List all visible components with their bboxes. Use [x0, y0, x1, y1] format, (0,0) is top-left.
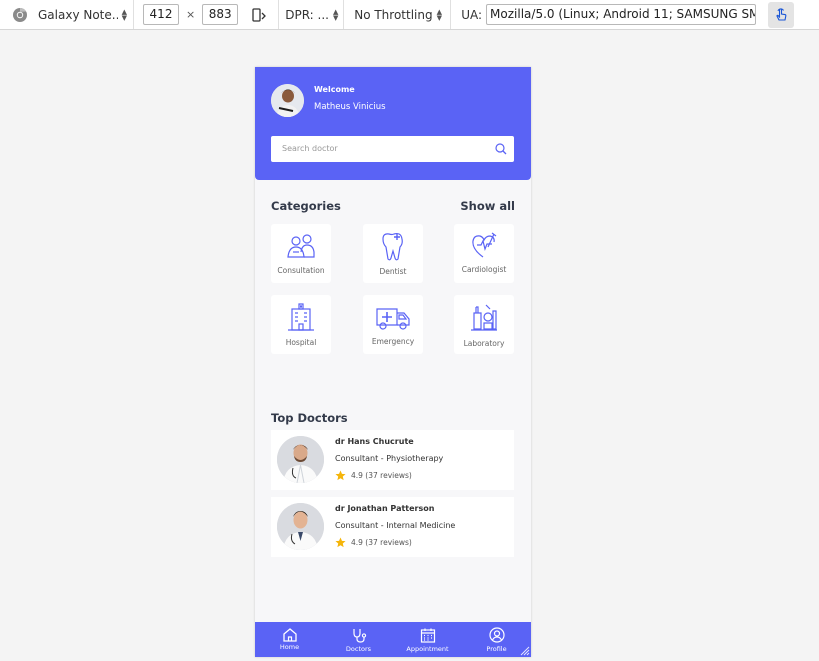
phone-viewport: Welcome Matheus Vinicius Search doctor C…	[255, 67, 531, 657]
calendar-icon	[420, 628, 435, 643]
ambulance-icon	[376, 308, 410, 330]
show-all-link[interactable]: Show all	[460, 199, 515, 213]
star-icon	[335, 470, 346, 481]
profile-icon	[488, 627, 505, 643]
device-label: Galaxy Note...	[38, 7, 118, 22]
hospital-icon	[288, 303, 314, 331]
dropdown-arrows-icon: ▲ ▼	[332, 7, 339, 22]
search-bar[interactable]: Search doctor	[271, 136, 514, 162]
star-icon	[335, 537, 346, 548]
rotate-button[interactable]	[248, 4, 270, 26]
tab-label: Doctors	[345, 645, 372, 653]
lab-icon	[471, 304, 497, 331]
doctor-card[interactable]: dr Hans Chucrute Consultant - Physiother…	[271, 430, 514, 490]
search-icon[interactable]	[495, 143, 507, 155]
doctor-portrait-image	[277, 503, 324, 550]
doctor-rating: 4.9 (37 reviews)	[335, 470, 412, 481]
dimension-separator: ×	[186, 8, 196, 21]
doctor-portrait-image	[277, 436, 324, 483]
chrome-icon	[13, 7, 27, 22]
doctor-specialty: Consultant - Internal Medicine	[335, 521, 456, 530]
category-label: Consultation	[277, 266, 325, 275]
avatar[interactable]	[271, 84, 304, 117]
top-doctors-title: Top Doctors	[271, 411, 348, 425]
category-dentist[interactable]: Dentist	[363, 224, 423, 283]
dropdown-arrows-icon: ▲ ▼	[121, 7, 127, 22]
resize-handle-icon[interactable]	[520, 646, 530, 656]
category-label: Laboratory	[463, 339, 505, 348]
rating-text: 4.9 (37 reviews)	[351, 471, 412, 480]
doctor-rating: 4.9 (37 reviews)	[335, 537, 412, 548]
heart-icon	[472, 232, 497, 258]
height-input[interactable]: 883	[202, 4, 239, 25]
throttle-select[interactable]: No Throttling ▲ ▼	[354, 8, 448, 22]
welcome-text: Welcome	[314, 85, 355, 94]
rotate-icon	[252, 7, 267, 22]
categories-title: Categories	[271, 199, 341, 213]
doctor-specialty: Consultant - Physiotherapy	[335, 454, 444, 463]
dpr-select[interactable]: DPR: ... ▲ ▼	[285, 8, 341, 22]
device-select[interactable]: Galaxy Note... ▲ ▼	[0, 0, 134, 29]
search-input[interactable]: Search doctor	[282, 136, 338, 162]
touch-toggle-button[interactable]	[768, 1, 795, 28]
tab-appointment[interactable]: Appointment	[393, 622, 462, 657]
stethoscope-icon	[352, 629, 366, 643]
user-avatar-image	[271, 84, 304, 117]
touch-icon	[776, 7, 787, 21]
category-hospital[interactable]: Hospital	[271, 295, 331, 354]
category-cardiologist[interactable]: Cardiologist	[454, 224, 514, 283]
category-label: Emergency	[371, 337, 415, 346]
home-icon	[282, 628, 297, 642]
tab-label: Home	[279, 643, 300, 651]
user-agent-input[interactable]: Mozilla/5.0 (Linux; Android 11; SAMSUNG …	[486, 4, 757, 25]
category-laboratory[interactable]: Laboratory	[454, 295, 514, 354]
tab-home[interactable]: Home	[255, 622, 324, 657]
doctor-photo	[277, 503, 324, 550]
user-name: Matheus Vinicius	[314, 102, 386, 112]
category-label: Cardiologist	[461, 265, 507, 274]
doctor-name: dr Jonathan Patterson	[335, 504, 435, 513]
toolbar-divider	[343, 0, 345, 29]
toolbar-divider	[278, 0, 280, 29]
consultation-icon	[287, 234, 315, 258]
ua-label: UA:	[461, 7, 483, 22]
doctor-name: dr Hans Chucrute	[335, 437, 414, 446]
category-label: Dentist	[379, 267, 407, 276]
app-header: Welcome Matheus Vinicius Search doctor	[255, 67, 531, 180]
doctor-photo	[277, 436, 324, 483]
category-consultation[interactable]: Consultation	[271, 224, 331, 283]
rating-text: 4.9 (37 reviews)	[351, 538, 412, 547]
tab-doctors[interactable]: Doctors	[324, 622, 393, 657]
category-label: Hospital	[285, 338, 317, 347]
bottom-tab-bar: Home Doctors Appointment Profile	[255, 622, 531, 657]
tab-label: Appointment	[406, 645, 449, 653]
dropdown-arrows-icon: ▲ ▼	[436, 7, 442, 22]
device-toolbar: Galaxy Note... ▲ ▼ 412 × 883 DPR: ... ▲ ▼ …	[0, 0, 819, 30]
throttle-label: No Throttling	[354, 7, 433, 22]
doctor-card[interactable]: dr Jonathan Patterson Consultant - Inter…	[271, 497, 514, 557]
tooth-icon	[382, 232, 403, 261]
category-emergency[interactable]: Emergency	[363, 295, 423, 354]
width-input[interactable]: 412	[143, 4, 179, 25]
toolbar-divider	[450, 0, 452, 29]
dpr-label: DPR: ...	[285, 7, 329, 22]
